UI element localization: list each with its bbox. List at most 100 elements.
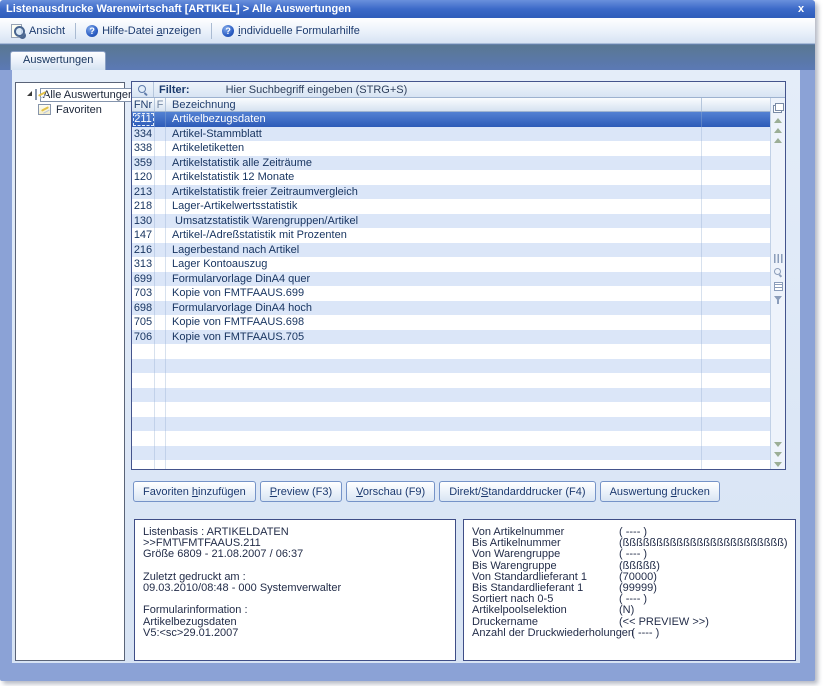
formularhilfe-button[interactable]: individuelle Formularhilfe: [216, 23, 366, 39]
table-row[interactable]: 313 Lager Kontoauszug: [132, 257, 770, 272]
table-row[interactable]: 130 Umsatzstatistik Warengruppen/Artikel: [132, 214, 770, 229]
table-row[interactable]: 147 Artikel-/Adreßstatistik mit Prozente…: [132, 228, 770, 243]
cell-f: [155, 272, 166, 287]
action-button[interactable]: Preview (F3): [260, 481, 342, 502]
cell-bezeichnung: [166, 373, 702, 388]
cell-f: [155, 359, 166, 374]
filter-bar: Filter: Hier Suchbegriff eingeben (STRG+…: [132, 82, 785, 98]
app-window: Listenausdrucke Warenwirtschaft [ARTIKEL…: [0, 0, 815, 681]
column-header-fnr[interactable]: FNr: [132, 98, 155, 111]
table-row[interactable]: 211 Artikelbezugsdaten: [132, 112, 770, 127]
zoom-icon[interactable]: [774, 268, 783, 277]
cell-f: [155, 460, 166, 469]
selection-label: Anzahl der Druckwiederholungen: [472, 628, 619, 639]
table-row[interactable]: 703 Kopie von FMTFAAUS.699: [132, 286, 770, 301]
filter-search-button[interactable]: [132, 82, 154, 97]
table-row[interactable]: 359 Artikelstatistik alle Zeiträume: [132, 156, 770, 171]
table-row[interactable]: 218 Lager-Artikelwertsstatistik: [132, 199, 770, 214]
cell-empty: [702, 243, 770, 258]
cell-fnr: 698: [132, 301, 155, 316]
table-row[interactable]: [132, 388, 770, 403]
table-row[interactable]: [132, 402, 770, 417]
ansicht-button[interactable]: Ansicht: [4, 22, 71, 39]
cell-bezeichnung: Lager-Artikelwertsstatistik: [166, 199, 702, 214]
cell-bezeichnung: Kopie von FMTFAAUS.698: [166, 315, 702, 330]
cell-f: [155, 286, 166, 301]
strip-top-cluster: [771, 100, 785, 143]
cell-bezeichnung: [166, 344, 702, 359]
action-button[interactable]: Vorschau (F9): [346, 481, 435, 502]
table-row[interactable]: 334 Artikel-Stammblatt: [132, 127, 770, 142]
cell-fnr: [132, 373, 155, 388]
column-header-f[interactable]: F: [155, 98, 166, 111]
tree-item-alle-auswertungen[interactable]: Alle Auswertungen: [17, 87, 123, 102]
table-row[interactable]: [132, 460, 770, 469]
cell-fnr: 218: [132, 199, 155, 214]
cell-empty: [702, 344, 770, 359]
filter-search-input[interactable]: Hier Suchbegriff eingeben (STRG+S): [226, 84, 408, 96]
selection-value: (N): [619, 605, 634, 616]
tree-expander-icon[interactable]: [27, 91, 32, 96]
table-row[interactable]: [132, 373, 770, 388]
table-row[interactable]: [132, 359, 770, 374]
row-up-icon[interactable]: [774, 138, 782, 143]
action-button-row: Favoriten hinzufügen Preview (F3) Vorsch…: [133, 481, 720, 502]
table-row[interactable]: 216 Lagerbestand nach Artikel: [132, 243, 770, 258]
cell-empty: [702, 228, 770, 243]
tab-strip: Auswertungen: [0, 44, 815, 70]
cell-bezeichnung: Formularvorlage DinA4 hoch: [166, 301, 702, 316]
scroll-top-icon[interactable]: [774, 118, 782, 123]
column-header-bezeichnung[interactable]: Bezeichnung: [166, 98, 702, 111]
table-row[interactable]: 699 Formularvorlage DinA4 quer: [132, 272, 770, 287]
cell-empty: [702, 431, 770, 446]
selection-row: Von Warengruppe ( ---- ): [472, 549, 787, 560]
action-button[interactable]: Favoriten hinzufügen: [133, 481, 256, 502]
table-row[interactable]: [132, 446, 770, 461]
action-button[interactable]: Auswertung drucken: [600, 481, 720, 502]
ansicht-button-label: Ansicht: [29, 25, 65, 37]
report-icon[interactable]: [774, 282, 783, 291]
cell-empty: [702, 402, 770, 417]
formularhilfe-button-label: individuelle Formularhilfe: [238, 25, 360, 37]
table-row[interactable]: 705 Kopie von FMTFAAUS.698: [132, 315, 770, 330]
cell-bezeichnung: Lagerbestand nach Artikel: [166, 243, 702, 258]
scroll-up-icon[interactable]: [774, 128, 782, 133]
table-row[interactable]: [132, 431, 770, 446]
cell-fnr: [132, 417, 155, 432]
table-row[interactable]: 120 Artikelstatistik 12 Monate: [132, 170, 770, 185]
cell-fnr: [132, 344, 155, 359]
close-icon[interactable]: x: [793, 3, 809, 15]
table-row[interactable]: 698 Formularvorlage DinA4 hoch: [132, 301, 770, 316]
cell-fnr: 120: [132, 170, 155, 185]
cell-bezeichnung: Lager Kontoauszug: [166, 257, 702, 272]
table-row[interactable]: 338 Artikeletiketten: [132, 141, 770, 156]
cell-f: [155, 243, 166, 258]
cell-f: [155, 388, 166, 403]
selection-row: Anzahl der Druckwiederholungen ( ---- ): [472, 628, 787, 639]
columns-icon[interactable]: [774, 254, 783, 263]
column-chooser-icon[interactable]: [773, 103, 784, 113]
table-row[interactable]: [132, 417, 770, 432]
scroll-bottom-icon[interactable]: [774, 462, 782, 467]
help-icon: [86, 25, 98, 37]
cell-empty: [702, 214, 770, 229]
cell-f: [155, 344, 166, 359]
tab-auswertungen[interactable]: Auswertungen: [10, 51, 106, 70]
cell-fnr: 703: [132, 286, 155, 301]
scroll-down-icon[interactable]: [774, 452, 782, 457]
table-row[interactable]: 213 Artikelstatistik freier Zeitraumverg…: [132, 185, 770, 200]
cell-f: [155, 141, 166, 156]
row-down-icon[interactable]: [774, 442, 782, 447]
cell-bezeichnung: [166, 402, 702, 417]
table-row[interactable]: 706 Kopie von FMTFAAUS.705: [132, 330, 770, 345]
cell-empty: [702, 417, 770, 432]
cell-empty: [702, 359, 770, 374]
hilfe-datei-button[interactable]: Hilfe-Datei anzeigen: [80, 23, 207, 39]
tree-item-favoriten[interactable]: Favoriten: [17, 102, 123, 117]
filter-funnel-icon[interactable]: [774, 296, 782, 301]
hilfe-datei-button-label: Hilfe-Datei anzeigen: [102, 25, 201, 37]
action-button[interactable]: Direkt/Standarddrucker (F4): [439, 481, 595, 502]
list-tool-strip: [770, 98, 785, 469]
cell-empty: [702, 185, 770, 200]
table-row[interactable]: [132, 344, 770, 359]
